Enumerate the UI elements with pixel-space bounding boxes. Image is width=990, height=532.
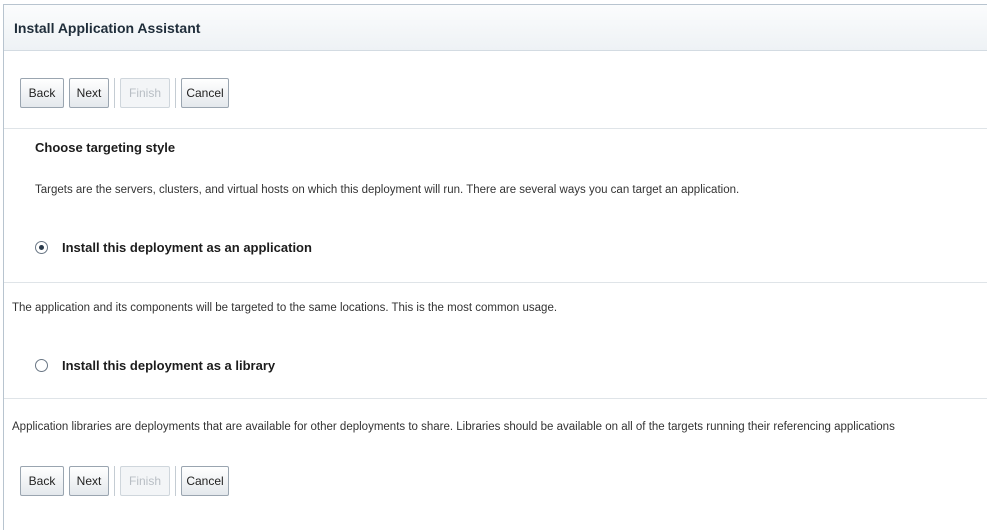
option-library[interactable]: Install this deployment as a library (35, 358, 275, 373)
divider (4, 398, 987, 399)
divider (4, 128, 987, 129)
button-separator (175, 78, 176, 108)
back-button[interactable]: Back (20, 466, 64, 496)
radio-dot-icon (39, 245, 44, 250)
option-application[interactable]: Install this deployment as an applicatio… (35, 240, 312, 255)
assistant-title-text: Install Application Assistant (14, 19, 201, 36)
finish-button: Finish (120, 466, 170, 496)
top-button-bar: Back Next Finish Cancel (20, 78, 229, 108)
radio-application-selected[interactable] (35, 241, 48, 254)
option-application-label: Install this deployment as an applicatio… (62, 240, 312, 255)
option-library-description: Application libraries are deployments th… (12, 421, 895, 433)
divider (4, 282, 987, 283)
cancel-button[interactable]: Cancel (181, 466, 229, 496)
finish-button: Finish (120, 78, 170, 108)
back-button[interactable]: Back (20, 78, 64, 108)
radio-library[interactable] (35, 359, 48, 372)
section-intro: Targets are the servers, clusters, and v… (35, 184, 740, 196)
button-separator (114, 466, 115, 496)
bottom-button-bar: Back Next Finish Cancel (20, 466, 229, 496)
section-heading: Choose targeting style (35, 140, 176, 155)
button-separator (175, 466, 176, 496)
option-library-label: Install this deployment as a library (62, 358, 276, 373)
button-separator (114, 78, 115, 108)
cancel-button[interactable]: Cancel (181, 78, 229, 108)
option-application-description: The application and its components will … (12, 302, 558, 314)
next-button[interactable]: Next (69, 78, 109, 108)
assistant-title: Install Application Assistant (4, 5, 987, 51)
next-button[interactable]: Next (69, 466, 109, 496)
